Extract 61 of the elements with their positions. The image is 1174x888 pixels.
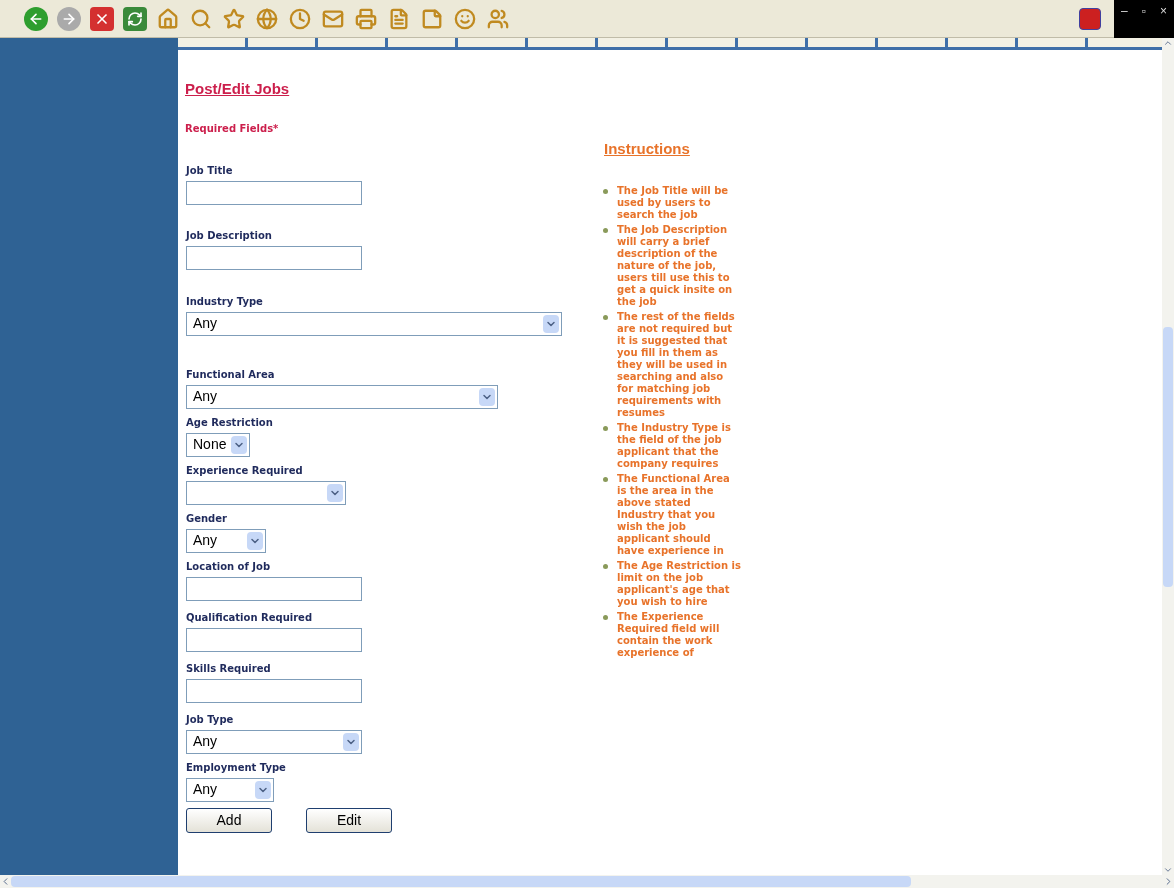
field-label: Industry Type <box>186 294 264 309</box>
text-field[interactable] <box>186 245 362 270</box>
star-icon[interactable] <box>222 6 246 31</box>
field-label: Job Type <box>186 712 235 727</box>
bullet-icon <box>603 227 608 233</box>
instruction-text: The Functional Area is the area in the above stated Industry that you wish the job applicant should have experience in <box>617 472 731 557</box>
field-label: Age Restriction <box>186 415 274 430</box>
forward-icon[interactable] <box>57 6 81 31</box>
dropdown[interactable]: Any <box>186 729 362 754</box>
instruction-text: The Job Description will carry a brief description of the nature of the job, users till use this to get a quick insite on the job <box>617 223 734 308</box>
dropdown[interactable]: Any <box>186 311 562 336</box>
dropdown[interactable]: Any <box>186 777 274 802</box>
horizontal-scrollbar[interactable] <box>0 875 1174 888</box>
instruction-text: The Industry Type is the field of the job applicant that the company requires <box>617 421 732 470</box>
instruction-text: The Job Title will be used by users to search the job <box>617 184 730 221</box>
field-label: Functional Area <box>186 367 276 382</box>
dropdown[interactable]: Any <box>186 384 498 409</box>
bullet-icon <box>603 314 608 320</box>
field-label: Skills Required <box>186 661 272 676</box>
window-control[interactable]: – <box>1121 1 1128 20</box>
vertical-scrollbar[interactable] <box>1162 38 1174 875</box>
window-control[interactable]: ▫ <box>1141 1 1146 20</box>
text-field[interactable] <box>186 180 362 205</box>
text-field[interactable] <box>186 627 362 652</box>
bullet-icon <box>603 188 608 194</box>
field-label: Experience Required <box>186 463 304 478</box>
form-button[interactable]: Add <box>186 807 272 833</box>
field-label: Job Description <box>186 228 273 243</box>
scroll-up-icon[interactable] <box>1163 38 1173 48</box>
refresh-icon[interactable] <box>123 6 147 31</box>
instruction-text: The Age Restriction is limit on the job applicant's age that you wish to hire <box>617 559 741 608</box>
globe-icon[interactable] <box>255 6 279 31</box>
instructions-heading: Instructions <box>604 139 691 159</box>
history-icon[interactable] <box>288 6 312 31</box>
field-label: Qualification Required <box>186 610 314 625</box>
field-label: Location of Job <box>186 559 272 574</box>
bullet-icon <box>603 614 608 620</box>
window-control[interactable]: × <box>1159 1 1167 20</box>
dropdown[interactable] <box>186 480 346 505</box>
bullet-icon <box>603 425 608 431</box>
required-note: Required Fields* <box>185 121 280 136</box>
printer-icon[interactable] <box>354 6 378 31</box>
dropdown[interactable]: None <box>186 432 250 457</box>
back-icon[interactable] <box>24 6 48 31</box>
dropdown[interactable]: Any <box>186 528 266 553</box>
bullet-icon <box>603 476 608 482</box>
page-title: Post/Edit Jobs <box>185 79 291 99</box>
app-logo-icon[interactable] <box>1079 7 1101 30</box>
field-label: Employment Type <box>186 760 287 775</box>
instruction-text: The rest of the fields are not required but it is suggested that you fill in them as they will be used in searching and also for matching job requirements with resumes <box>617 310 736 419</box>
scroll-down-icon[interactable] <box>1163 865 1173 875</box>
field-label: Gender <box>186 511 228 526</box>
field-label: Job Title <box>186 163 234 178</box>
text-field[interactable] <box>186 678 362 703</box>
stop-icon[interactable] <box>90 6 114 31</box>
smiley-icon[interactable] <box>453 6 477 31</box>
text-field[interactable] <box>186 576 362 601</box>
form-button[interactable]: Edit <box>306 807 392 833</box>
bullet-icon <box>603 563 608 569</box>
instruction-text: The Experience Required field will contain the work experience of <box>617 610 721 659</box>
home-icon[interactable] <box>156 6 180 31</box>
